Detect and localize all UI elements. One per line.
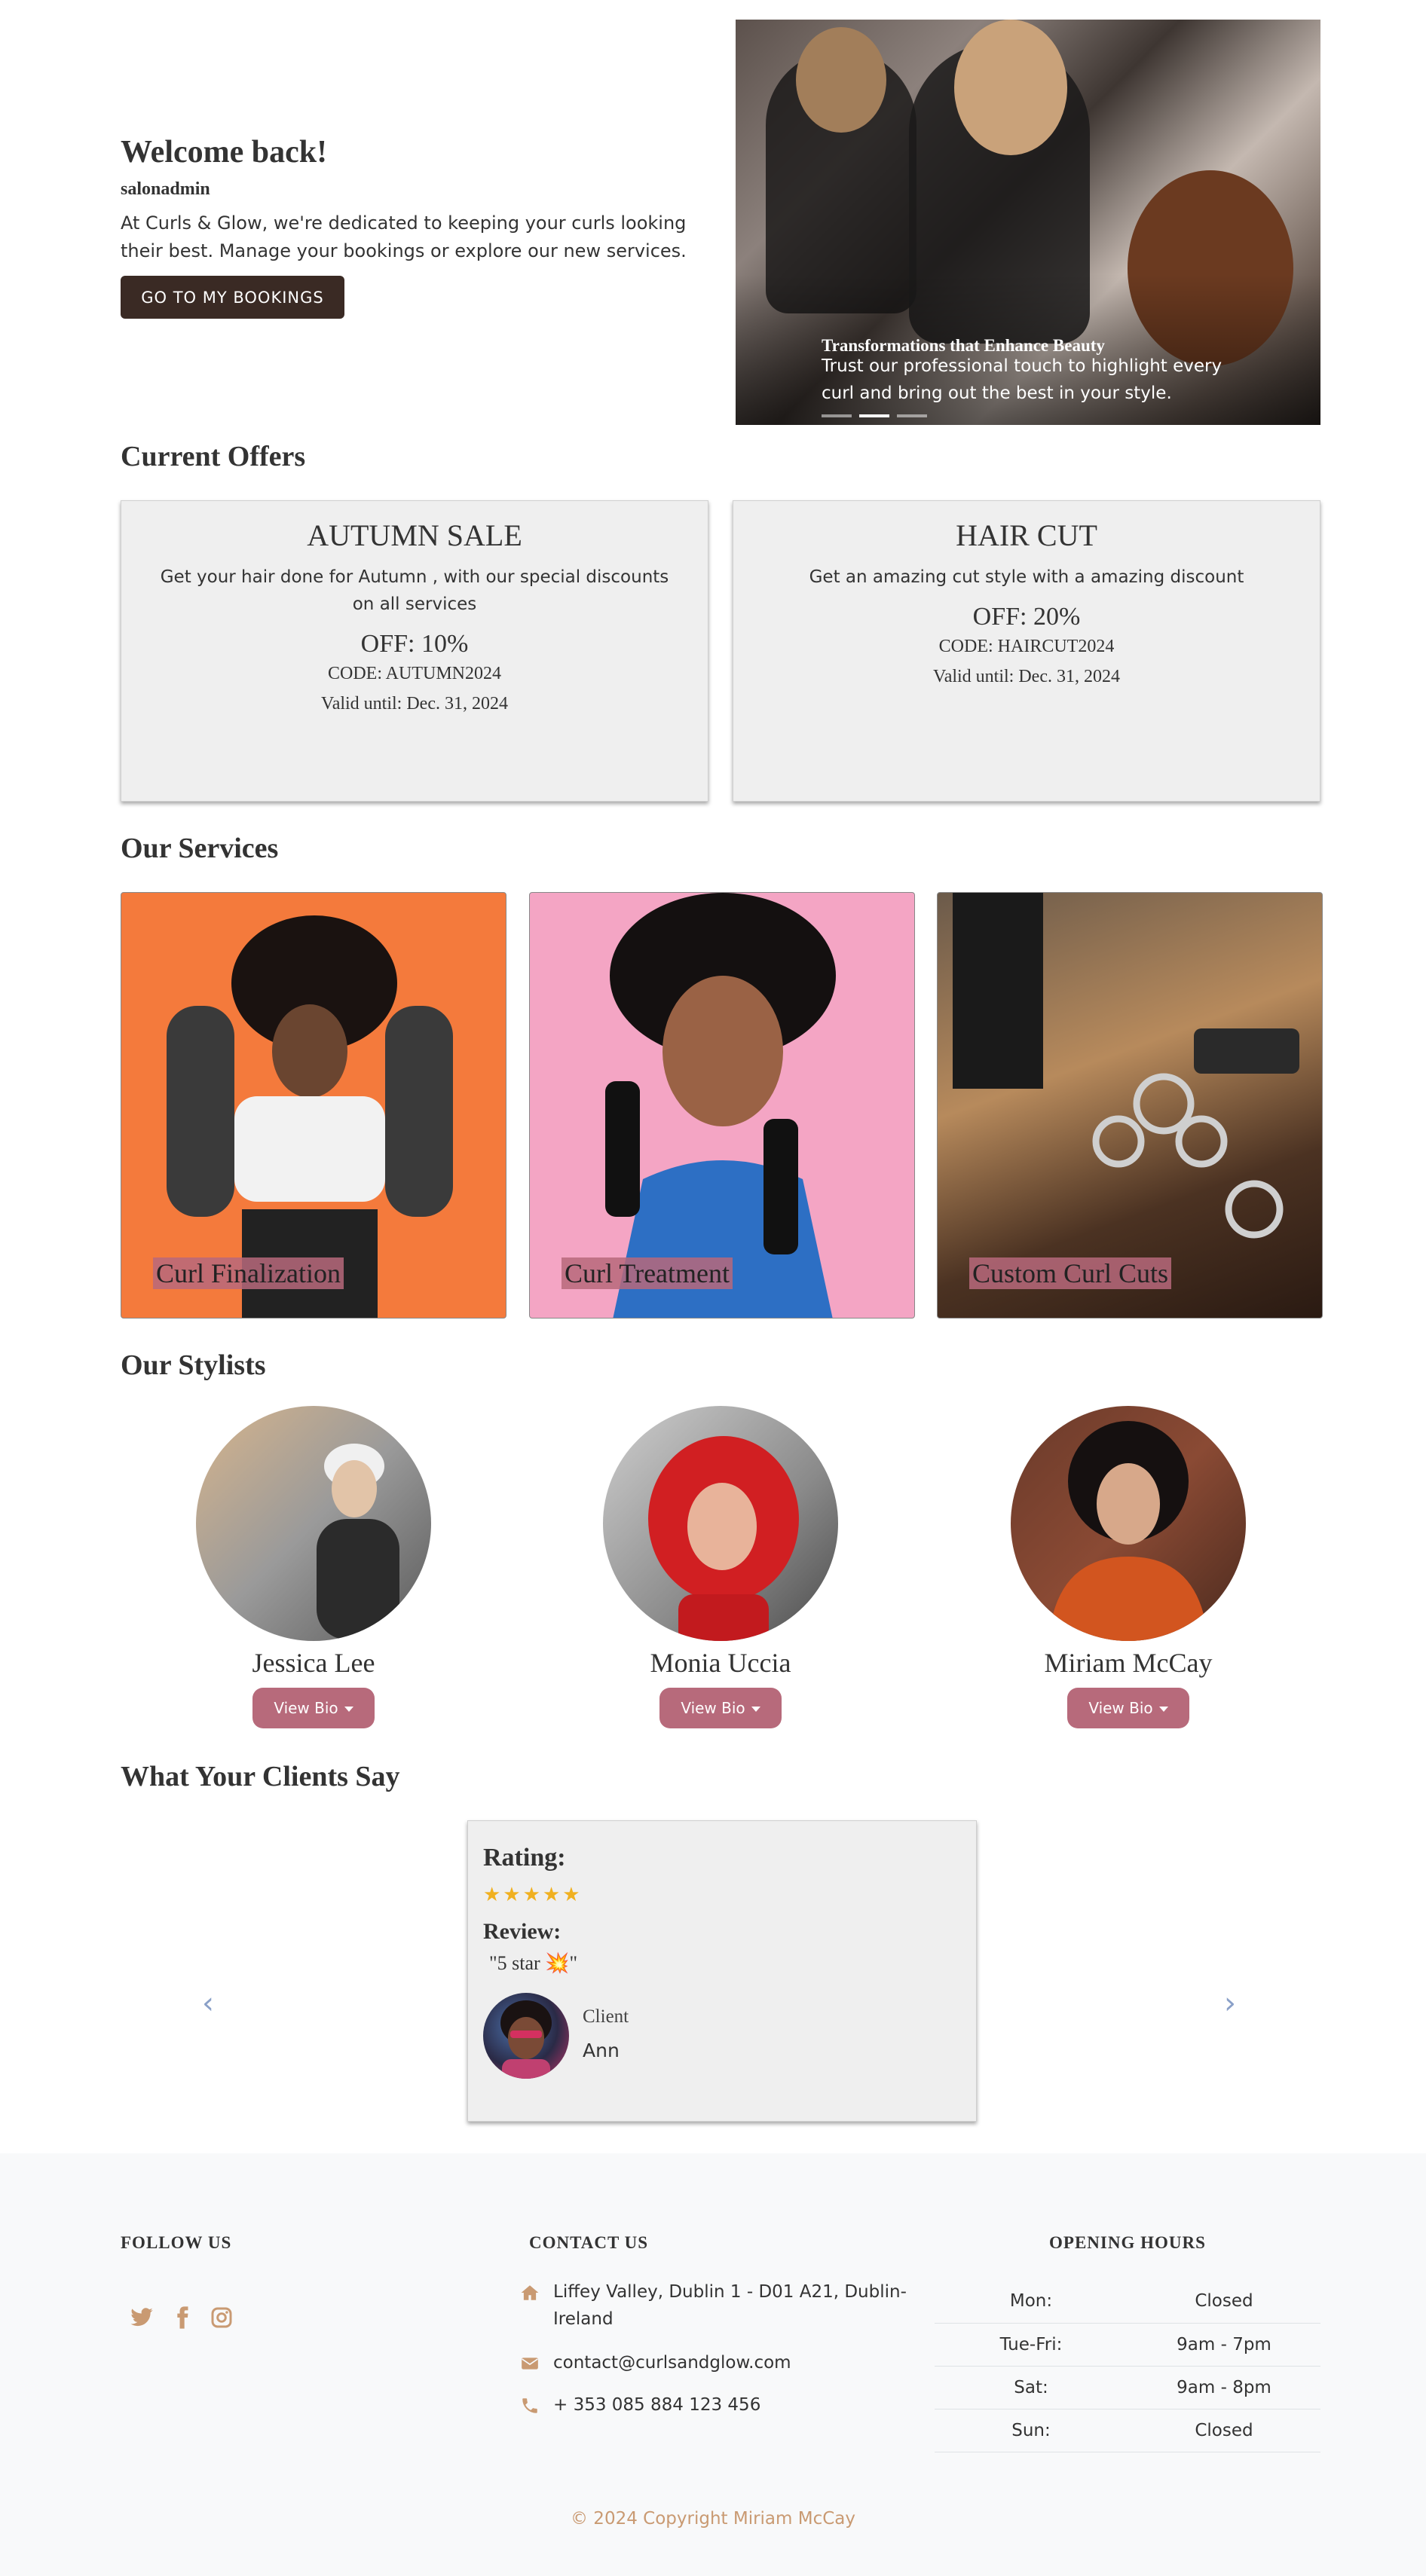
hero-caption-text: Trust our professional touch to highligh… <box>822 356 1223 403</box>
star-rating: ★★★★★ <box>483 1883 583 1905</box>
contact-us-heading: CONTACT US <box>529 2233 649 2252</box>
hours-day: Mon: <box>935 2280 1128 2324</box>
chevron-down-icon <box>344 1707 353 1712</box>
stylist-avatar <box>603 1406 838 1641</box>
service-photo-custom-curl-cuts <box>953 893 1299 1239</box>
stylist-name: Monia Uccia <box>650 1648 791 1678</box>
offer-discount: OFF: 10% <box>360 630 469 658</box>
hours-day: Sun: <box>935 2409 1128 2452</box>
offer-card-hair-cut: HAIR CUT Get an amazing cut style with a… <box>733 500 1320 802</box>
view-bio-label: View Bio <box>274 1699 338 1717</box>
stylist-avatar <box>196 1406 431 1641</box>
offer-discount: OFF: 20% <box>972 603 1081 631</box>
offer-code: CODE: AUTUMN2024 <box>327 664 501 683</box>
review-label: Review: <box>483 1919 562 1944</box>
carousel-next-arrow[interactable]: › <box>1224 1986 1236 2021</box>
offer-description: Get your hair done for Autumn , with our… <box>160 567 669 614</box>
hours-row: Mon: Closed <box>935 2280 1320 2324</box>
phone-icon <box>522 2398 537 2413</box>
stylist-name: Jessica Lee <box>252 1648 375 1678</box>
contact-address: Liffey Valley, Dublin 1 - D01 A21, Dubli… <box>520 2278 912 2333</box>
carousel-indicator-3[interactable] <box>897 414 927 417</box>
offers-section-title: Current Offers <box>121 441 306 472</box>
facebook-icon[interactable] <box>170 2306 194 2330</box>
contact-phone: + 353 085 884 123 456 <box>520 2391 912 2419</box>
view-bio-button[interactable]: View Bio <box>252 1688 375 1728</box>
service-card-custom-curl-cuts[interactable]: Custom Curl Cuts <box>937 892 1323 1319</box>
client-name: Ann <box>583 2040 620 2061</box>
offer-title: AUTUMN SALE <box>307 518 522 552</box>
hours-row: Sun: Closed <box>935 2409 1320 2452</box>
hours-time: 9am - 8pm <box>1128 2366 1320 2409</box>
follow-us-heading: FOLLOW US <box>121 2233 232 2252</box>
carousel-prev-arrow[interactable]: ‹ <box>202 1986 214 2021</box>
hours-row: Tue-Fri: 9am - 7pm <box>935 2323 1320 2367</box>
view-bio-button[interactable]: View Bio <box>1067 1688 1189 1728</box>
hours-day: Tue-Fri: <box>935 2323 1128 2367</box>
service-label: Curl Treatment <box>562 1257 733 1289</box>
stylist-card-miriam-mccay: Miriam McCay View Bio <box>1008 1406 1249 1728</box>
hero-photo-head-left <box>796 27 886 133</box>
review-text: "5 star 💥" <box>489 1952 578 1974</box>
hours-time: 9am - 7pm <box>1128 2323 1320 2367</box>
services-section-title: Our Services <box>121 833 279 864</box>
client-avatar <box>483 1993 569 2079</box>
contact-email-text[interactable]: contact@curlsandglow.com <box>553 2349 907 2376</box>
offer-card-autumn-sale: AUTUMN SALE Get your hair done for Autum… <box>121 500 708 802</box>
envelope-icon <box>522 2358 538 2370</box>
stylist-card-monia-uccia: Monia Uccia View Bio <box>600 1406 841 1728</box>
welcome-text: At Curls & Glow, we're dedicated to keep… <box>121 212 687 261</box>
hours-day: Sat: <box>935 2366 1128 2409</box>
testimonials-section-title: What Your Clients Say <box>121 1761 400 1792</box>
hero-photo-head-center <box>954 20 1067 155</box>
carousel-indicator-1[interactable] <box>822 414 852 417</box>
stylists-section-title: Our Stylists <box>121 1349 266 1381</box>
review-card: Rating: ★★★★★ Review: "5 star 💥" Client … <box>467 1820 977 2122</box>
offer-code: CODE: HAIRCUT2024 <box>938 637 1115 656</box>
stylist-card-jessica-lee: Jessica Lee View Bio <box>193 1406 434 1728</box>
offer-title: HAIR CUT <box>956 518 1097 552</box>
welcome-title: Welcome back! <box>121 135 328 170</box>
contact-email: contact@curlsandglow.com <box>520 2349 912 2376</box>
instagram-icon[interactable] <box>210 2306 234 2330</box>
stylist-avatar <box>1011 1406 1246 1641</box>
client-label: Client <box>583 2006 629 2027</box>
chevron-down-icon <box>751 1707 760 1712</box>
offer-description: Get an amazing cut style with a amazing … <box>809 567 1244 587</box>
view-bio-button[interactable]: View Bio <box>659 1688 782 1728</box>
service-label: Curl Finalization <box>153 1257 344 1289</box>
service-photo-curl-finalization <box>167 915 453 1318</box>
view-bio-label: View Bio <box>1088 1699 1153 1717</box>
hours-time: Closed <box>1128 2280 1320 2324</box>
username: salonadmin <box>121 179 210 199</box>
offer-valid-until: Valid until: Dec. 31, 2024 <box>933 667 1120 686</box>
carousel-indicator-2[interactable] <box>859 414 889 417</box>
opening-hours-table: Mon: Closed Tue-Fri: 9am - 7pm Sat: 9am … <box>935 2280 1320 2452</box>
copyright: © 2024 Copyright Miriam McCay <box>571 2509 855 2529</box>
offer-valid-until: Valid until: Dec. 31, 2024 <box>321 694 508 714</box>
view-bio-label: View Bio <box>681 1699 745 1717</box>
hours-time: Closed <box>1128 2409 1320 2452</box>
service-card-curl-treatment[interactable]: Curl Treatment <box>529 892 915 1319</box>
service-photo-curl-treatment <box>605 893 836 1318</box>
hours-row: Sat: 9am - 8pm <box>935 2366 1320 2409</box>
twitter-icon[interactable] <box>130 2306 154 2330</box>
service-card-curl-finalization[interactable]: Curl Finalization <box>121 892 506 1319</box>
contact-phone-text[interactable]: + 353 085 884 123 456 <box>553 2391 907 2419</box>
go-to-my-bookings-button[interactable]: GO TO MY BOOKINGS <box>121 276 344 319</box>
chevron-down-icon <box>1158 1707 1168 1712</box>
rating-label: Rating: <box>483 1844 566 1872</box>
home-icon <box>521 2285 539 2300</box>
stylist-name: Miriam McCay <box>1044 1648 1213 1678</box>
contact-address-text: Liffey Valley, Dublin 1 - D01 A21, Dubli… <box>553 2282 907 2329</box>
service-label: Custom Curl Cuts <box>969 1257 1172 1289</box>
opening-hours-heading: OPENING HOURS <box>1049 2233 1206 2252</box>
